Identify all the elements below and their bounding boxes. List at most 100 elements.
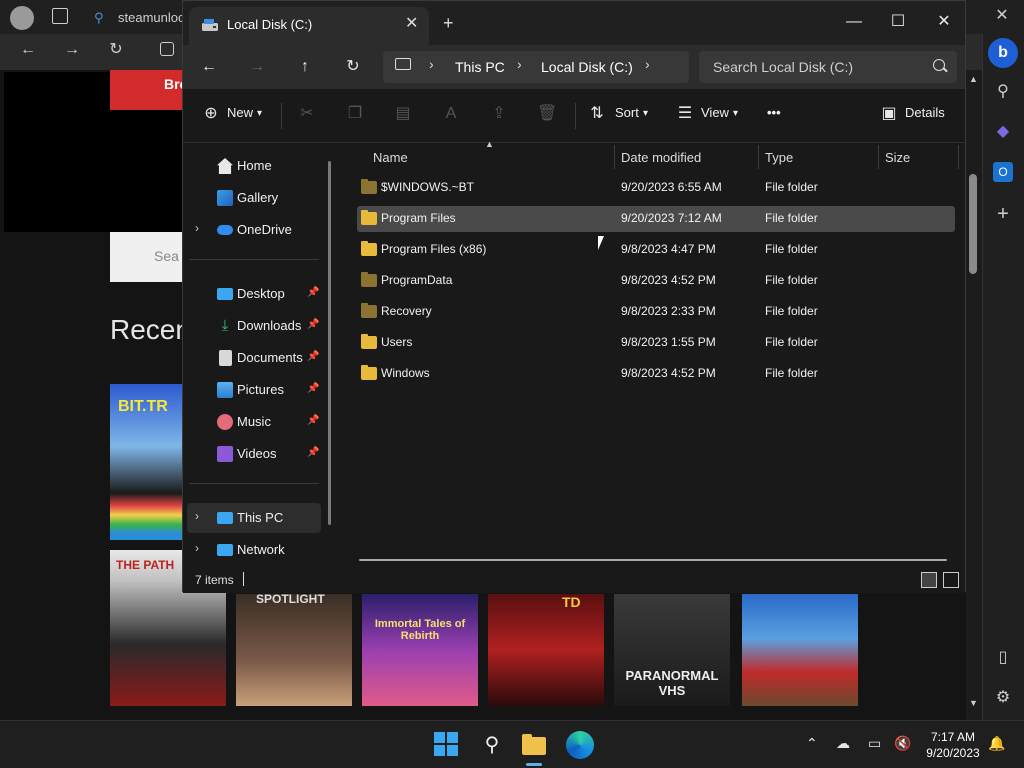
chevron-right-icon[interactable]: › [195,509,199,523]
start-icon[interactable] [433,731,461,759]
file-row[interactable]: Windows 9/8/2023 4:52 PM File folder [357,361,955,387]
nav-item-videos[interactable]: Videos 📌 [187,439,321,469]
game-cover[interactable]: TD [488,594,604,706]
more-options-button[interactable]: ••• [767,105,781,120]
game-cover[interactable]: SPOTLIGHT [236,594,352,706]
tiles-view-icon[interactable] [943,572,959,588]
game-cover[interactable]: BIT.TR [110,384,182,540]
browser-scrollbar[interactable]: ▲ ▼ [966,70,982,720]
browser-tab-title[interactable]: steamunloc [118,8,184,28]
back-icon[interactable]: ← [18,40,38,60]
sidebar-toggle-icon[interactable]: ▯ [992,648,1014,668]
system-clock[interactable]: 7:17 AM 9/20/2023 [918,729,988,761]
pin-icon[interactable]: 📌 [307,351,319,362]
game-cover[interactable] [742,594,858,706]
cloud-sync-icon[interactable]: ☁ [836,735,850,752]
add-icon[interactable]: + [992,204,1014,224]
copy-icon[interactable]: ❐ [345,104,365,124]
network-status-icon[interactable]: ▭ [868,735,881,752]
rename-icon[interactable]: A [441,104,461,124]
delete-icon[interactable]: 🗑 [537,104,557,124]
pin-icon[interactable]: 📌 [307,287,319,298]
file-row[interactable]: Program Files 9/20/2023 7:12 AM File fol… [357,206,955,232]
nav-item-desktop[interactable]: Desktop 📌 [187,279,321,309]
file-explorer-icon[interactable] [520,731,548,766]
new-tab-icon[interactable]: + [443,13,454,34]
nav-item-home[interactable]: Home [187,151,321,181]
nav-item-onedrive[interactable]: › OneDrive [187,215,321,245]
search-icon[interactable] [933,59,945,71]
column-header-size[interactable]: Size [885,150,910,165]
pin-icon[interactable]: 📌 [307,447,319,458]
nav-item-pictures[interactable]: Pictures 📌 [187,375,321,405]
refresh-icon[interactable]: ↻ [339,53,367,81]
edge-icon[interactable] [566,731,594,759]
chevron-right-icon[interactable]: › [195,541,199,555]
profile-avatar-icon[interactable] [10,6,34,30]
column-divider[interactable] [614,145,615,169]
nav-item-downloads[interactable]: ⤓ Downloads 📌 [187,311,321,341]
details-view-icon[interactable] [921,572,937,588]
column-divider[interactable] [958,145,959,169]
details-button[interactable]: Details [905,105,945,120]
column-header-date[interactable]: Date modified [621,150,701,165]
search-icon[interactable]: ⚲ [992,82,1014,102]
forward-icon[interactable]: → [243,53,271,81]
chevron-down-icon[interactable]: ▾ [733,108,738,119]
breadcrumb-local-disk[interactable]: Local Disk (C:) [541,59,633,75]
minimize-button[interactable]: — [831,7,877,37]
outlook-icon[interactable]: O [993,162,1013,182]
nav-item-music[interactable]: Music 📌 [187,407,321,437]
pin-icon[interactable]: 📌 [307,383,319,394]
nav-item-gallery[interactable]: Gallery [187,183,321,213]
nav-item-this-pc[interactable]: › This PC [187,503,321,533]
browser-close-icon[interactable]: ✕ [992,6,1012,26]
nav-item-network[interactable]: › Network [187,535,321,565]
file-row[interactable]: $WINDOWS.~BT 9/20/2023 6:55 AM File fold… [357,175,955,201]
column-header-type[interactable]: Type [765,150,793,165]
file-row[interactable]: Recovery 9/8/2023 2:33 PM File folder [357,299,955,325]
column-divider[interactable] [878,145,879,169]
pin-icon[interactable]: 📌 [307,319,319,330]
tab-actions-icon[interactable] [52,8,68,24]
search-icon[interactable]: ⚲ [478,731,506,759]
forward-icon[interactable]: → [62,40,82,60]
horizontal-scrollbar[interactable] [359,559,947,561]
search-input[interactable]: Search Local Disk (C:) [699,51,957,83]
chevron-right-icon[interactable]: › [429,56,434,72]
pin-icon[interactable]: 📌 [307,415,319,426]
refresh-icon[interactable]: ↻ [106,40,126,60]
up-icon[interactable]: ↑ [291,53,319,81]
lock-icon[interactable] [160,42,174,56]
explorer-tab[interactable]: Local Disk (C:) ✕ [189,7,429,45]
chevron-right-icon[interactable]: › [645,56,650,72]
page-search-input[interactable]: Sea [110,232,184,282]
file-row[interactable]: ProgramData 9/8/2023 4:52 PM File folder [357,268,955,294]
address-bar[interactable]: › This PC › Local Disk (C:) › [383,51,689,83]
paste-icon[interactable]: ▤ [393,104,413,124]
notification-bell-icon[interactable]: 🔔 [988,735,1005,752]
chevron-right-icon[interactable]: › [195,221,199,235]
cut-icon[interactable]: ✂ [297,104,317,124]
column-header-name[interactable]: Name [373,150,408,165]
sort-button[interactable]: Sort [615,105,639,120]
column-divider[interactable] [758,145,759,169]
chevron-down-icon[interactable]: ▾ [257,108,262,119]
breadcrumb-this-pc[interactable]: This PC [455,59,505,75]
page-banner[interactable]: Bre [110,70,187,110]
maximize-button[interactable]: ☐ [875,7,921,37]
copilot-icon[interactable]: ◆ [992,122,1014,142]
game-cover[interactable]: Immortal Tales of Rebirth [362,594,478,706]
back-icon[interactable]: ← [195,53,223,81]
file-row[interactable]: Program Files (x86) 9/8/2023 4:47 PM Fil… [357,237,955,263]
volume-muted-icon[interactable]: 🔇 [894,735,911,752]
chevron-right-icon[interactable]: › [517,56,522,72]
share-icon[interactable]: ⇪ [489,104,509,124]
settings-icon[interactable]: ⚙ [992,688,1014,708]
nav-pane-scrollbar[interactable] [328,161,331,525]
chevron-down-icon[interactable]: ▾ [643,108,648,119]
bing-chat-icon[interactable]: b [988,38,1018,68]
file-row[interactable]: Users 9/8/2023 1:55 PM File folder [357,330,955,356]
new-button[interactable]: New [227,105,253,120]
view-button[interactable]: View [701,105,729,120]
